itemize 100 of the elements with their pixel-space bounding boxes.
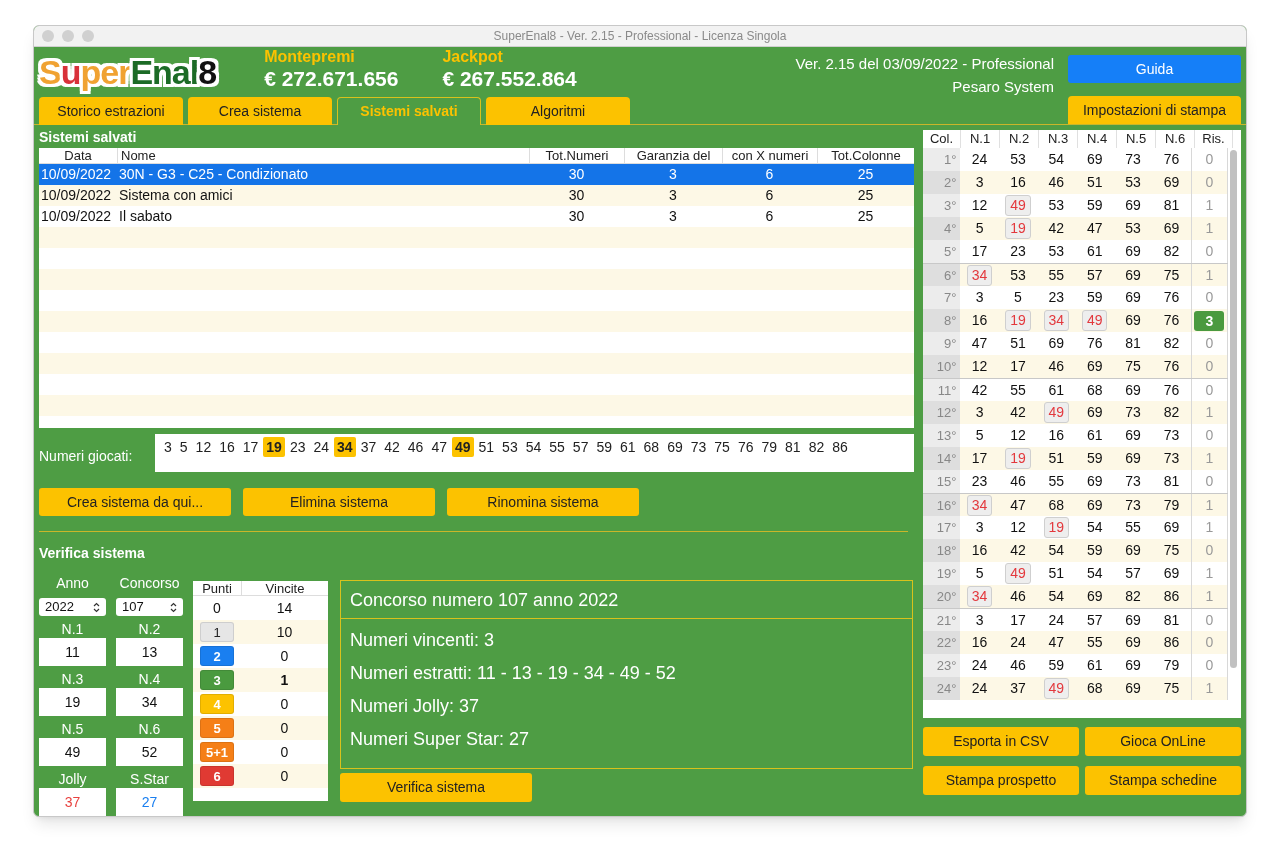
played-number: 47 xyxy=(430,438,448,457)
table-cell: 81 xyxy=(1125,334,1141,353)
field-label: N.5 xyxy=(60,721,85,738)
table-cell: 16 xyxy=(971,633,988,652)
row-label: 18° xyxy=(923,539,961,562)
table-cell: 42 xyxy=(971,380,988,400)
row-label: 11° xyxy=(923,379,961,401)
result-text: Numeri Super Star: 27 xyxy=(350,728,531,750)
stepper-icon xyxy=(93,601,100,613)
played-number: 69 xyxy=(666,438,684,457)
table-cell: 47 xyxy=(1010,495,1026,515)
column-header[interactable]: Garanzia del xyxy=(624,148,722,163)
table-cell: 69 xyxy=(1125,633,1141,652)
action-button[interactable]: Elimina sistema xyxy=(243,488,435,516)
row-label: 4° xyxy=(923,217,961,240)
number-field[interactable]: 49 xyxy=(39,738,106,766)
table-cell: 24 xyxy=(1048,610,1065,630)
zoom-window-button[interactable] xyxy=(82,30,94,42)
row-label: 14° xyxy=(923,447,961,470)
played-number: 42 xyxy=(383,438,401,457)
table-cell: 12 xyxy=(1010,426,1026,445)
table-cell: 82 xyxy=(1163,403,1180,422)
number-field[interactable]: 11 xyxy=(39,638,106,666)
table-cell: 69 xyxy=(1163,564,1180,583)
action-button[interactable]: Gioca OnLine xyxy=(1085,727,1241,756)
tab[interactable]: Crea sistema xyxy=(188,97,332,125)
number-field[interactable]: 52 xyxy=(116,738,183,766)
result-text: Numeri estratti: 11 - 13 - 19 - 34 - 49 - 52 xyxy=(350,662,677,684)
stepper-field[interactable]: 2022 xyxy=(39,598,106,616)
action-button[interactable]: Stampa schedine xyxy=(1085,766,1241,795)
guide-button[interactable]: Guida xyxy=(1068,55,1241,83)
row-label: 22° xyxy=(923,631,961,654)
table-cell: 69 xyxy=(1125,656,1141,675)
column-header[interactable]: Punti xyxy=(193,581,241,595)
table-cell: 79 xyxy=(1163,495,1180,515)
table-cell-text: 0 xyxy=(1205,610,1214,630)
column-header[interactable]: Tot.Colonne xyxy=(817,148,914,163)
table-cell-text: 1 xyxy=(1205,518,1214,537)
number-field[interactable]: 37 xyxy=(39,788,106,816)
table-cell: 54 xyxy=(1086,564,1103,583)
prize-label: Montepremi xyxy=(264,48,356,66)
table-cell: 51 xyxy=(1086,173,1103,192)
row-label: 10° xyxy=(923,355,961,378)
table-row[interactable]: 10/09/2022 30N - G3 - C25 - Condizionato 30 3 6 25 xyxy=(39,164,914,185)
table-cell: 55 xyxy=(1010,380,1026,400)
hit-number: 34 xyxy=(966,494,993,516)
tab[interactable]: Algoritmi xyxy=(486,97,630,125)
row-label: 13° xyxy=(923,424,961,447)
action-button[interactable]: Crea sistema da qui... xyxy=(39,488,231,516)
column-header[interactable]: Tot.Numeri xyxy=(529,148,624,163)
table-cell: 3 xyxy=(975,173,984,192)
column-header[interactable]: Vincite xyxy=(241,581,328,595)
number-field[interactable]: 13 xyxy=(116,638,183,666)
table-cell: 47 xyxy=(1086,219,1103,238)
stepper-field[interactable]: 107 xyxy=(116,598,183,616)
close-window-button[interactable] xyxy=(42,30,54,42)
table-cell-text: 1 xyxy=(1205,265,1214,285)
table-cell: 81 xyxy=(1163,472,1180,491)
action-button[interactable]: Rinomina sistema xyxy=(447,488,639,516)
minimize-window-button[interactable] xyxy=(62,30,74,42)
row-label: 17° xyxy=(923,516,961,539)
field-label: N.6 xyxy=(137,721,162,738)
table-cell: 75 xyxy=(1125,357,1141,376)
field-label: N.1 xyxy=(60,621,85,638)
table-cell: 69 xyxy=(1086,587,1103,606)
section-title: Sistemi salvati xyxy=(39,129,138,146)
table-cell-text: 6 xyxy=(764,207,775,226)
table-cell-text: 1 xyxy=(1205,449,1214,468)
table-row[interactable]: 10/09/2022 Sistema con amici 30 3 6 25 xyxy=(39,185,914,206)
print-settings-button[interactable]: Impostazioni di stampa xyxy=(1068,96,1241,124)
action-button[interactable]: Esporta in CSV xyxy=(923,727,1079,756)
action-button[interactable]: Stampa prospetto xyxy=(923,766,1079,795)
table-cell: 59 xyxy=(1086,541,1103,560)
table-cell: 53 xyxy=(1048,196,1065,215)
verify-button[interactable]: Verifica sistema xyxy=(340,773,532,802)
table-cell: 57 xyxy=(1125,564,1141,583)
number-field[interactable]: 34 xyxy=(116,688,183,716)
table-cell: 24 xyxy=(1010,633,1026,652)
column-header[interactable]: con X numeri xyxy=(722,148,817,163)
table-cell: 42 xyxy=(1048,219,1065,238)
table-cell: 82 xyxy=(1163,334,1180,353)
column-header[interactable]: Nome xyxy=(117,148,529,163)
table-cell: 76 xyxy=(1163,380,1180,400)
table-cell: 47 xyxy=(971,334,988,353)
number-field[interactable]: 19 xyxy=(39,688,106,716)
table-cell: 61 xyxy=(1048,380,1065,400)
table-cell: 61 xyxy=(1086,242,1103,261)
table-cell: 3 xyxy=(975,403,984,422)
scrollbar[interactable] xyxy=(1230,150,1237,668)
number-field[interactable]: 27 xyxy=(116,788,183,816)
table-cell: 82 xyxy=(1125,587,1141,606)
table-cell-text: 0 xyxy=(1205,472,1214,491)
table-cell: 61 xyxy=(1086,426,1103,445)
tab[interactable]: Storico estrazioni xyxy=(39,97,183,125)
table-cell-text: 10 xyxy=(275,622,294,642)
table-cell: 46 xyxy=(1010,656,1026,675)
column-header[interactable]: Data xyxy=(39,148,117,163)
table-cell: 53 xyxy=(1125,173,1141,192)
table-cell: 59 xyxy=(1086,196,1103,215)
played-number: 17 xyxy=(241,438,260,457)
